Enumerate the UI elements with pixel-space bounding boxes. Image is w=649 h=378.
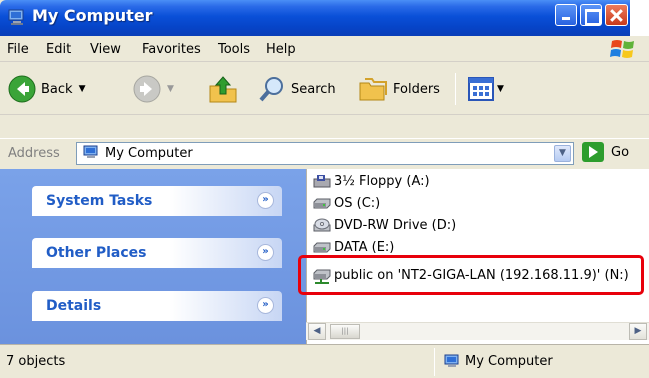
drive-item[interactable]: DATA (E:) [313,237,394,257]
go-arrow-icon[interactable] [582,142,604,162]
expand-chevron-icon[interactable]: » [257,244,274,261]
forward-button[interactable]: ▼ [133,75,174,103]
scroll-thumb[interactable]: ||| [330,324,360,339]
status-location: My Computer [465,354,553,369]
drive-item[interactable]: OS (C:) [313,193,380,213]
back-dropdown-icon[interactable]: ▼ [79,84,86,94]
task-group-title: Details [46,298,102,314]
my-computer-icon [444,354,460,368]
menu-edit[interactable]: Edit [46,42,71,57]
task-group-title: System Tasks [46,193,153,209]
address-field[interactable]: My Computer ▼ [76,142,574,165]
search-label: Search [291,81,336,97]
views-button[interactable]: ▼ [467,75,504,103]
menu-favorites[interactable]: Favorites [142,42,201,57]
task-group-details[interactable]: Details » [32,291,282,321]
status-bar: 7 objects My Computer [0,344,649,378]
search-button[interactable]: Search [258,75,336,103]
drive-label: OS (C:) [334,195,381,211]
windows-logo-icon [610,37,636,61]
window-title: My Computer [32,6,153,25]
folders-icon [359,78,387,101]
menu-tools[interactable]: Tools [218,42,250,57]
drive-label: DVD-RW Drive (D:) [334,217,457,233]
task-group-system-tasks[interactable]: System Tasks » [32,186,282,216]
expand-chevron-icon[interactable]: » [257,297,274,314]
address-bar: Address My Computer ▼ [0,138,649,168]
task-group-title: Other Places [46,245,147,261]
title-bar-edge [630,0,649,36]
floppy-drive-icon [313,174,331,188]
task-pane: System Tasks » Other Places » Details » [0,169,306,344]
toolbar-separator [455,73,456,105]
folders-button[interactable]: Folders [358,75,440,103]
my-computer-icon [8,9,26,25]
hard-drive-icon [313,240,331,254]
drive-label: DATA (E:) [334,239,395,255]
views-dropdown-icon[interactable]: ▼ [497,84,504,94]
menu-help[interactable]: Help [266,42,296,57]
drive-item[interactable]: 3½ Floppy (A:) [313,171,430,191]
title-bar[interactable]: My Computer [0,0,649,36]
views-icon [468,77,494,101]
menu-file[interactable]: File [7,42,29,57]
my-computer-icon [83,145,99,160]
task-group-other-places[interactable]: Other Places » [32,238,282,268]
dvd-drive-icon [313,218,331,232]
hard-drive-icon [313,196,331,210]
search-icon [259,77,283,102]
go-button[interactable]: Go [611,145,629,160]
back-label: Back [41,81,73,97]
forward-dropdown-icon[interactable]: ▼ [167,84,174,94]
expand-chevron-icon[interactable]: » [257,192,274,209]
drive-item[interactable]: DVD-RW Drive (D:) [313,215,456,235]
address-label: Address [8,146,60,161]
back-arrow-icon [8,75,36,103]
object-count: 7 objects [6,354,66,369]
network-drive-highlight [298,255,644,295]
forward-arrow-icon [133,75,161,103]
up-folder-button[interactable] [208,74,238,104]
menu-bar: File Edit View Favorites Tools Help [0,36,649,62]
standard-toolbar: Back ▼ ▼ Search Folders ▼ [0,63,649,115]
drive-label: 3½ Floppy (A:) [334,173,430,189]
status-divider [434,348,435,376]
my-computer-window: My Computer File Edit View Favorites Too… [0,0,649,378]
scroll-left-button[interactable]: ◀ [308,323,326,340]
close-button[interactable] [605,4,628,26]
minimize-button[interactable] [555,4,577,26]
horizontal-scrollbar[interactable]: ◀ ||| ▶ [306,322,649,340]
maximize-button[interactable] [580,4,602,26]
address-dropdown-icon[interactable]: ▼ [554,145,571,162]
back-button[interactable]: Back ▼ [8,75,85,103]
address-value: My Computer [105,146,193,161]
menu-view[interactable]: View [90,42,121,57]
scroll-right-button[interactable]: ▶ [629,323,647,340]
up-folder-icon [209,76,237,103]
folders-label: Folders [393,81,440,97]
